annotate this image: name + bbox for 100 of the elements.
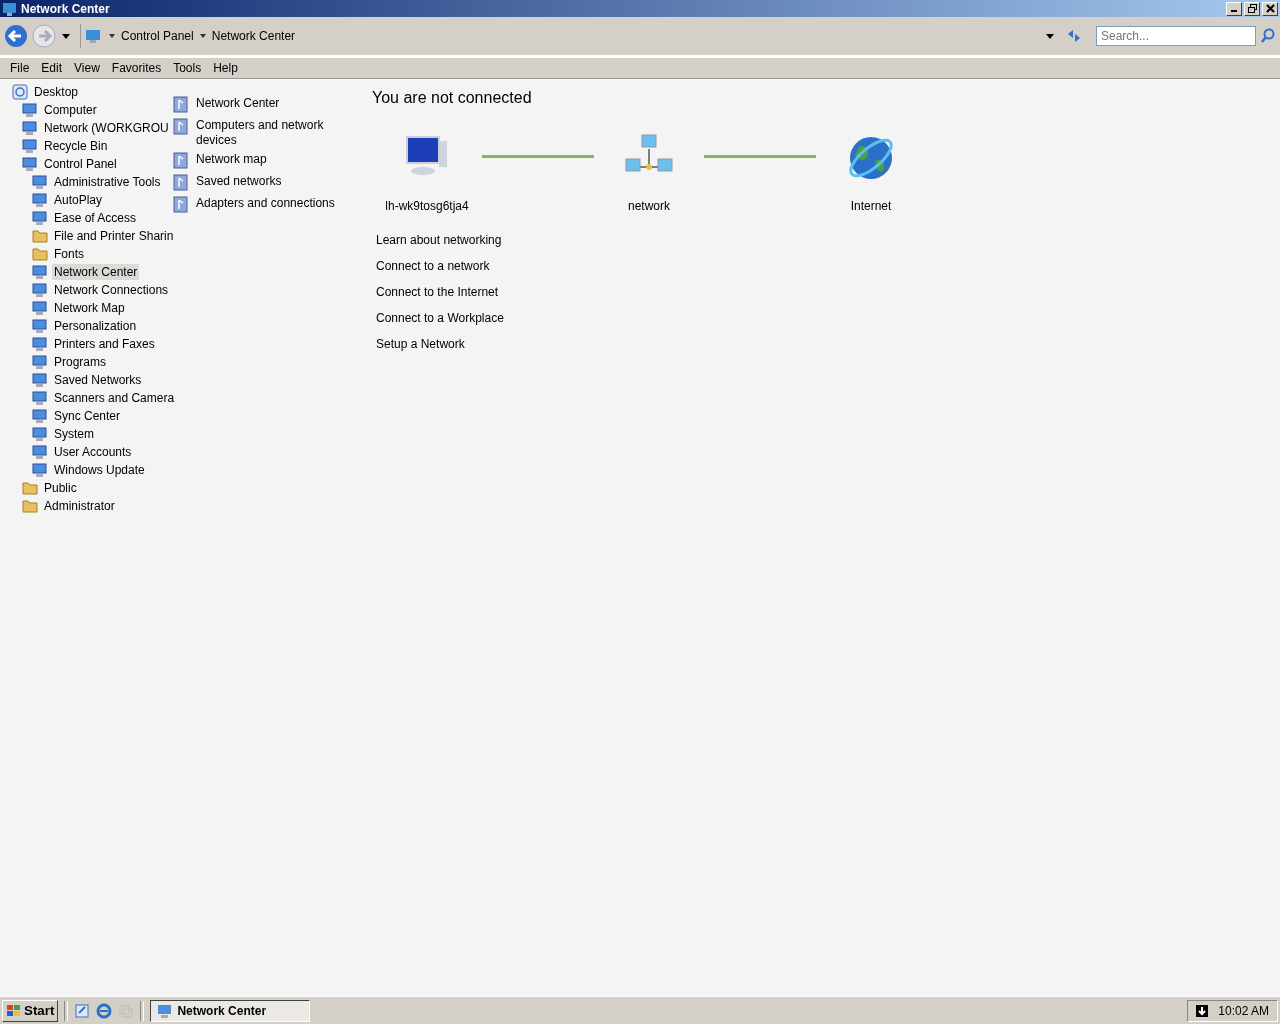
breadcrumb[interactable]: Control Panel [121,29,194,43]
tree-item[interactable]: File and Printer Sharin [52,228,176,244]
folder-icon [32,228,48,244]
node-label: lh-wk9tosg6tja4 [385,199,469,213]
menu-item[interactable]: Tools [167,61,208,75]
taskbar-button[interactable]: Network Center [150,999,311,1022]
clock: 10:02 AM [1218,1003,1269,1018]
tree-item[interactable]: System [52,426,96,442]
menu-item[interactable]: File [4,61,36,75]
caret-icon[interactable] [62,33,70,39]
document-icon[interactable] [74,1002,91,1019]
address-field[interactable]: Control Panel Network Center [80,24,1092,48]
monitor-icon [32,210,48,226]
tree-item[interactable]: Public [42,480,79,496]
page-icon [173,96,189,114]
monitor-icon [32,444,48,460]
restore-button[interactable] [1244,1,1260,16]
tree-item[interactable]: Computer [42,102,99,118]
tree-item[interactable]: Administrator [42,498,117,514]
tree-item[interactable]: Sync Center [52,408,123,424]
monitor-icon [32,390,48,406]
tree-item[interactable]: Administrative Tools [52,174,163,190]
task-link[interactable]: Network map [196,152,336,167]
monitor-icon [85,28,103,44]
tree-item[interactable]: Windows Update [52,462,147,478]
start-button[interactable]: Start [2,999,59,1022]
folder-icon [22,480,38,496]
search-field[interactable]: Search... [1096,26,1256,46]
close-button[interactable] [1262,1,1278,16]
tree-item[interactable]: Fonts [52,246,86,262]
minimize-icon [1231,10,1237,12]
tree-item[interactable]: Desktop [32,84,81,100]
task-link[interactable]: Computers and network devices [196,118,336,148]
task-link[interactable]: Setup a Network [376,337,465,351]
task-link[interactable]: Saved networks [196,174,336,189]
menu-item[interactable]: Help [207,61,244,75]
window-title: Network Center [21,1,110,16]
status-heading: You are not connected [372,89,533,107]
monitor-icon [32,426,48,442]
tree-item[interactable]: AutoPlay [52,192,105,208]
breadcrumb[interactable]: Network Center [211,29,296,43]
monitor-icon [32,372,48,388]
tree-item[interactable]: User Accounts [52,444,134,460]
tree-item[interactable]: Network Connections [52,282,171,298]
monitor-icon [32,336,48,352]
task-link[interactable]: Network Center [196,96,336,111]
monitor-icon [22,120,38,136]
monitor-icon [32,282,48,298]
tree-item[interactable]: Saved Networks [52,372,144,388]
menu-item[interactable]: View [68,61,106,75]
search-icon[interactable] [1260,28,1276,44]
desktop-icon [12,84,28,100]
task-link[interactable]: Connect to a Workplace [376,311,504,325]
tree-item[interactable]: Recycle Bin [42,138,110,154]
monitor-icon [32,354,48,370]
windows-logo [6,1003,22,1018]
menu-item[interactable]: Edit [35,61,69,75]
tree-item[interactable]: Scanners and Camera [52,390,177,406]
page-icon [173,196,189,214]
monitor-icon [32,300,48,316]
caret-icon[interactable] [109,34,115,38]
page-icon [173,152,189,170]
monitor-icon [2,0,18,17]
monitor-icon [32,462,48,478]
task-link[interactable]: Adapters and connections [196,196,336,211]
tree-item[interactable]: Network Center [52,264,140,280]
menu-item[interactable]: Favorites [105,61,168,75]
tree-item[interactable]: Programs [52,354,108,370]
tree-item[interactable]: Printers and Faxes [52,336,157,352]
node-label: network [628,199,670,213]
monitor-icon [32,318,48,334]
close-icon [1265,4,1275,13]
page-icon [173,174,189,192]
tree-item[interactable]: Network Map [52,300,127,316]
folder-icon [22,498,38,514]
tree-item[interactable]: Network (WORKGROU [42,120,171,136]
back-button[interactable] [4,24,28,48]
tree-item[interactable]: Ease of Access [52,210,139,226]
folder-icon [32,246,48,262]
caret-icon[interactable] [199,34,206,38]
monitor-icon [157,1002,174,1019]
monitor-icon [32,408,48,424]
monitor-icon [22,102,38,118]
refresh-icon[interactable] [1066,28,1082,44]
task-link[interactable]: Connect to a network [376,259,490,273]
page-icon [173,118,189,136]
node-label: Internet [850,199,892,213]
monitor-icon [22,138,38,154]
task-link[interactable]: Connect to the Internet [376,285,499,299]
monitor-icon [32,174,48,190]
restore-icon [1247,4,1257,13]
download-icon[interactable] [1196,1004,1209,1017]
caret-icon[interactable] [1046,33,1054,39]
minimize-button[interactable] [1226,1,1242,16]
tree-item[interactable]: Personalization [52,318,139,334]
tree-item[interactable]: Control Panel [42,156,119,172]
globe-icon[interactable] [96,1002,113,1019]
monitor-icon [32,192,48,208]
task-link[interactable]: Learn about networking [376,233,502,247]
monitor-icon [22,156,38,172]
